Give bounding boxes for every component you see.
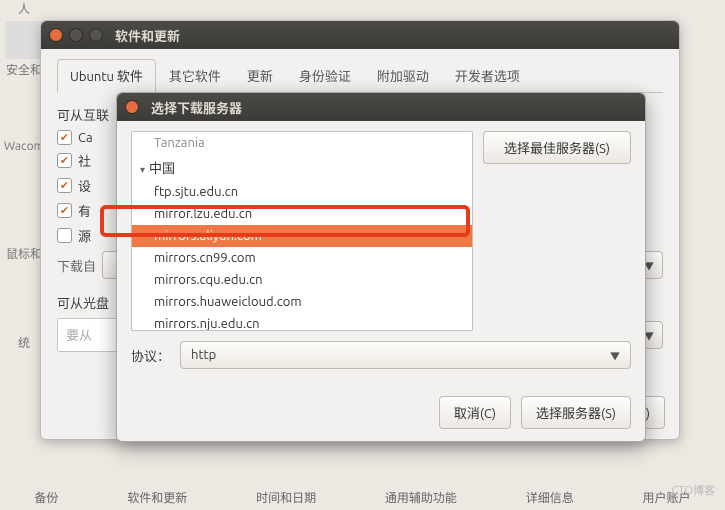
watermark: CTO博客 (672, 482, 715, 498)
list-item[interactable]: ftp.sjtu.edu.cn (132, 181, 472, 203)
list-item[interactable]: mirrors.nju.edu.cn (132, 313, 472, 331)
checkbox-label: 社 (78, 151, 91, 170)
checkbox[interactable]: ✔ (57, 178, 72, 193)
bg-label: 备份 (34, 489, 58, 506)
list-item[interactable]: mirrors.huaweicloud.com (132, 291, 472, 313)
download-from-label: 下载自 (57, 256, 96, 275)
tab-ubuntu-software[interactable]: Ubuntu 软件 (57, 59, 156, 93)
choose-server-button[interactable]: 选择服务器(S) (521, 396, 631, 429)
checkbox[interactable]: ✔ (57, 153, 72, 168)
desktop-bottom-labels: 备份 软件和更新 时间和日期 通用辅助功能 详细信息 用户账户 (0, 489, 725, 506)
checkbox[interactable]: ✔ (57, 203, 72, 218)
dialog-title: 选择下载服务器 (151, 98, 242, 117)
bg-label: 通用辅助功能 (385, 489, 457, 506)
server-listbox[interactable]: Tanzania 中国 ftp.sjtu.edu.cn mirror.lzu.e… (131, 131, 473, 331)
bg-label: 人 (0, 0, 48, 17)
chevron-down-icon: ▼ (610, 348, 620, 363)
close-icon[interactable] (125, 100, 139, 114)
minimize-icon[interactable] (69, 28, 83, 42)
tab-other-software[interactable]: 其它软件 (156, 59, 234, 92)
tab-developer-options[interactable]: 开发者选项 (442, 59, 533, 92)
checkbox-label: 有 (78, 201, 91, 220)
list-item-selected[interactable]: mirrors.aliyun.com (132, 225, 472, 247)
close-icon[interactable] (49, 28, 63, 42)
protocol-combo[interactable]: http ▼ (180, 341, 631, 369)
list-item[interactable]: mirrors.cn99.com (132, 247, 472, 269)
bg-label: 软件和更新 (127, 489, 187, 506)
titlebar[interactable]: 选择下载服务器 (117, 93, 645, 121)
best-server-button[interactable]: 选择最佳服务器(S) (483, 131, 631, 164)
list-item[interactable]: mirrors.cqu.edu.cn (132, 269, 472, 291)
window-title: 软件和更新 (115, 26, 180, 45)
tab-authentication[interactable]: 身份验证 (286, 59, 364, 92)
titlebar[interactable]: 软件和更新 (41, 21, 679, 49)
list-item[interactable]: mirror.lzu.edu.cn (132, 203, 472, 225)
list-item[interactable]: Tanzania (132, 132, 472, 154)
checkbox-label: Ca (78, 131, 93, 145)
bg-label: 详细信息 (526, 489, 574, 506)
checkbox-label: 源 (78, 226, 91, 245)
protocol-label: 协议： (131, 346, 170, 365)
checkbox[interactable]: ✔ (57, 130, 72, 145)
tab-updates[interactable]: 更新 (234, 59, 286, 92)
cancel-button[interactable]: 取消(C) (439, 396, 511, 429)
tab-bar: Ubuntu 软件 其它软件 更新 身份验证 附加驱动 开发者选项 (57, 59, 663, 93)
protocol-value: http (191, 348, 216, 362)
bg-label: 时间和日期 (256, 489, 316, 506)
choose-server-dialog: 选择下载服务器 Tanzania 中国 ftp.sjtu.edu.cn mirr… (116, 92, 646, 442)
tab-additional-drivers[interactable]: 附加驱动 (364, 59, 442, 92)
checkbox[interactable]: ✔ (57, 228, 72, 243)
list-group-china[interactable]: 中国 (132, 154, 472, 181)
checkbox-label: 设 (78, 176, 91, 195)
maximize-icon[interactable] (89, 28, 103, 42)
bg-icon (5, 21, 43, 59)
